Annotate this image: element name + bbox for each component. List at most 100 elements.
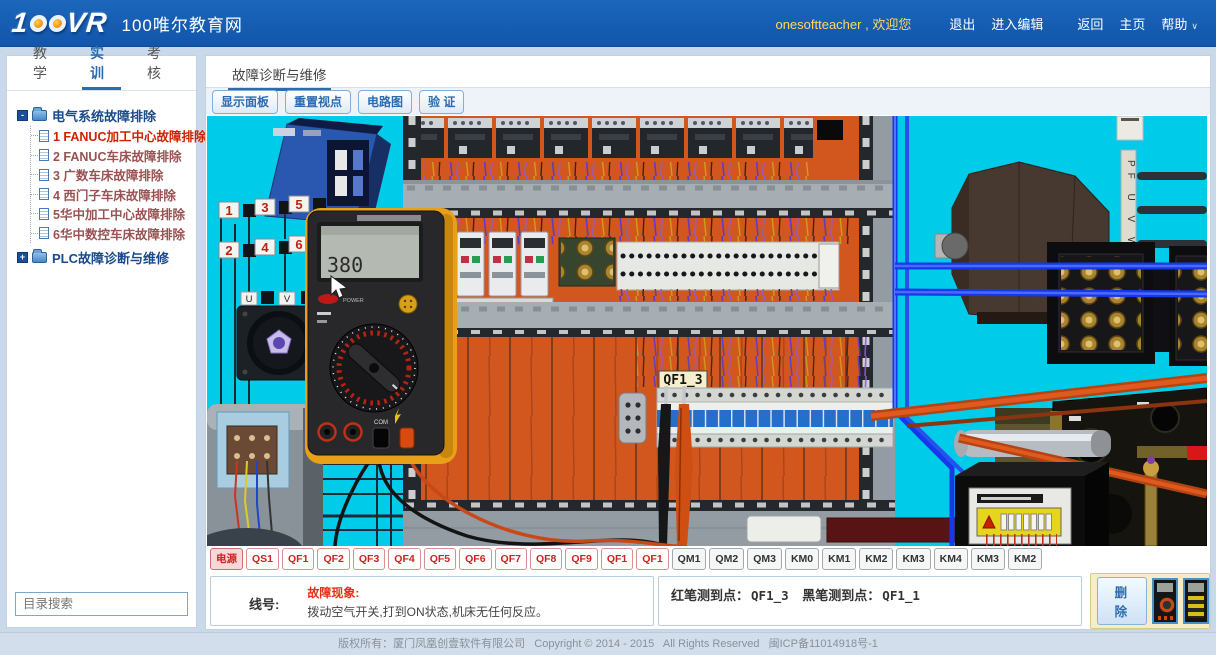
folder-icon — [32, 252, 47, 263]
site-name: 100唯尔教育网 — [121, 11, 242, 36]
fault-description: 拨动空气开关,打到ON状态,机床无任何反应。 — [307, 603, 548, 620]
header-link-help[interactable]: 帮助∨ — [1161, 14, 1198, 33]
component-button-QM3-15[interactable]: QM3 — [747, 548, 782, 570]
multimeter-thumb[interactable] — [1152, 578, 1178, 624]
header-link-logout[interactable]: 退出 — [949, 14, 975, 33]
logo-text-1: 1 — [10, 7, 30, 39]
page-icon — [39, 227, 49, 239]
welcome-text: , 欢迎您 — [861, 17, 911, 32]
svg-text:5: 5 — [295, 197, 302, 212]
component-button-KM3-19[interactable]: KM3 — [896, 548, 930, 570]
toolbar: 显示面板重置视点电路图验 证 — [206, 88, 1210, 115]
circuit-breaker-row[interactable] — [657, 388, 893, 447]
tree-item-label: 6华中数控车床故障排除 — [53, 224, 185, 243]
toolbar-button-circuit-diagram[interactable]: 电路图 — [358, 90, 412, 114]
instrument-panel: 删 除 — [1090, 573, 1210, 629]
svg-text:V: V — [284, 294, 291, 305]
distribution-box[interactable] — [955, 462, 1109, 546]
tree-folder[interactable]: - 电气系统故障排除 — [17, 104, 192, 126]
tree-item[interactable]: 3 广数车床故障排除 — [31, 165, 192, 185]
page-icon — [39, 130, 49, 142]
catalog-search-box[interactable] — [15, 592, 188, 616]
search-input[interactable] — [23, 597, 184, 611]
header-link-back[interactable]: 返回 — [1077, 14, 1103, 33]
tree-folder[interactable]: +PLC故障诊断与维修 — [17, 246, 192, 268]
tree-item-label: 5华中加工中心故障排除 — [53, 204, 185, 223]
tree-children: 1 FANUC加工中心故障排除2 FANUC车床故障排除3 广数车床故障排除4 … — [30, 126, 192, 243]
toolbar-button-show-panel[interactable]: 显示面板 — [212, 90, 278, 114]
component-button-QF5-6[interactable]: QF5 — [424, 548, 456, 570]
component-button-QF6-7[interactable]: QF6 — [459, 548, 491, 570]
component-button-KM4-20[interactable]: KM4 — [934, 548, 968, 570]
component-button-KM0-16[interactable]: KM0 — [785, 548, 819, 570]
sidebar-tree: - 电气系统故障排除1 FANUC加工中心故障排除2 FANUC车床故障排除3 广… — [7, 91, 196, 268]
tree-item[interactable]: 5华中加工中心故障排除 — [31, 204, 192, 224]
svg-text:4: 4 — [261, 240, 269, 255]
tree-item-label: 4 西门子车床故障排除 — [53, 185, 176, 204]
tree-folder-label: 电气系统故障排除 — [52, 106, 156, 125]
component-button-KM3-21[interactable]: KM3 — [971, 548, 1005, 570]
component-button-QF3-4[interactable]: QF3 — [353, 548, 385, 570]
svg-text:3: 3 — [261, 200, 268, 215]
tree-item[interactable]: 1 FANUC加工中心故障排除 — [31, 126, 192, 146]
rotary-dial[interactable] — [330, 324, 418, 412]
svg-text:2: 2 — [225, 243, 232, 258]
svg-text:6: 6 — [295, 237, 302, 252]
page-icon — [39, 149, 49, 161]
tab-teaching[interactable]: 教学 — [25, 37, 64, 90]
component-button-QM1-13[interactable]: QM1 — [672, 548, 707, 570]
page-icon — [39, 169, 49, 181]
toolbar-button-reset-view[interactable]: 重置视点 — [285, 90, 351, 114]
header-link-enter-edit[interactable]: 进入编辑 — [991, 14, 1043, 33]
component-button-KM2-18[interactable]: KM2 — [859, 548, 893, 570]
fault-title: 故障现象: — [307, 584, 548, 601]
component-button-KM1-17[interactable]: KM1 — [822, 548, 856, 570]
component-button-QF9-10[interactable]: QF9 — [565, 548, 597, 570]
component-button-KM2-22[interactable]: KM2 — [1008, 548, 1042, 570]
component-button-QF1-12[interactable]: QF1 — [636, 548, 668, 570]
chevron-down-icon: ∨ — [1191, 21, 1198, 31]
svg-text:1: 1 — [225, 203, 232, 218]
component-button-QF1-11[interactable]: QF1 — [601, 548, 633, 570]
component-button-QF4-5[interactable]: QF4 — [388, 548, 420, 570]
black-probe-value: QF1_1 — [882, 588, 920, 603]
tree-item[interactable]: 2 FANUC车床故障排除 — [31, 146, 192, 166]
footer-copyright: 版权所有：厦门凤凰创壹软件有限公司 Copyright © 2014 - 201… — [0, 632, 1216, 655]
site-logo[interactable]: 1 VR — [10, 7, 109, 39]
logo-zero-icon — [29, 15, 48, 32]
brass-terminal-block — [559, 238, 615, 286]
welcome-user[interactable]: onesoftteacher , 欢迎您 — [775, 14, 911, 33]
tree-item-label: 1 FANUC加工中心故障排除 — [53, 126, 206, 145]
page-icon — [39, 188, 49, 200]
tree-expander-icon[interactable]: - — [17, 110, 28, 121]
cable-duct — [403, 180, 895, 208]
jack-volt[interactable] — [400, 428, 414, 448]
jack-com[interactable] — [373, 428, 389, 448]
viewport-3d-scene: 1 3 5 2 4 6 U V — [207, 116, 1207, 546]
main-panel: 故障诊断与维修 显示面板重置视点电路图验 证 — [205, 55, 1211, 630]
component-button-电源-0[interactable]: 电源 — [210, 548, 243, 570]
component-button-QF2-3[interactable]: QF2 — [317, 548, 349, 570]
component-button-QF1-2[interactable]: QF1 — [282, 548, 314, 570]
tree-expander-icon[interactable]: + — [17, 252, 28, 263]
meter-thumb-2[interactable] — [1183, 578, 1209, 624]
tab-fault-diagnosis[interactable]: 故障诊断与维修 — [228, 56, 331, 91]
sidebar-tabs: 教学实训考核 — [7, 56, 196, 91]
component-button-QS1-1[interactable]: QS1 — [246, 548, 279, 570]
component-button-QM2-14[interactable]: QM2 — [709, 548, 744, 570]
component-button-QF8-9[interactable]: QF8 — [530, 548, 562, 570]
simulation-viewport[interactable]: 1 3 5 2 4 6 U V — [207, 116, 1207, 546]
component-button-QF7-8[interactable]: QF7 — [495, 548, 527, 570]
svg-text:COM: COM — [374, 420, 388, 426]
header-link-home[interactable]: 主页 — [1119, 14, 1145, 33]
relay-row — [421, 118, 813, 162]
tab-training[interactable]: 实训 — [82, 37, 121, 90]
tree-item[interactable]: 6华中数控车床故障排除 — [31, 224, 192, 244]
tree-item-label: 3 广数车床故障排除 — [53, 165, 163, 184]
delete-button[interactable]: 删 除 — [1097, 577, 1147, 625]
tree-item[interactable]: 4 西门子车床故障排除 — [31, 185, 192, 205]
svg-text:U: U — [246, 294, 253, 305]
power-button[interactable] — [318, 294, 338, 304]
tab-assessment[interactable]: 考核 — [139, 37, 178, 90]
toolbar-button-verify[interactable]: 验 证 — [419, 90, 464, 114]
